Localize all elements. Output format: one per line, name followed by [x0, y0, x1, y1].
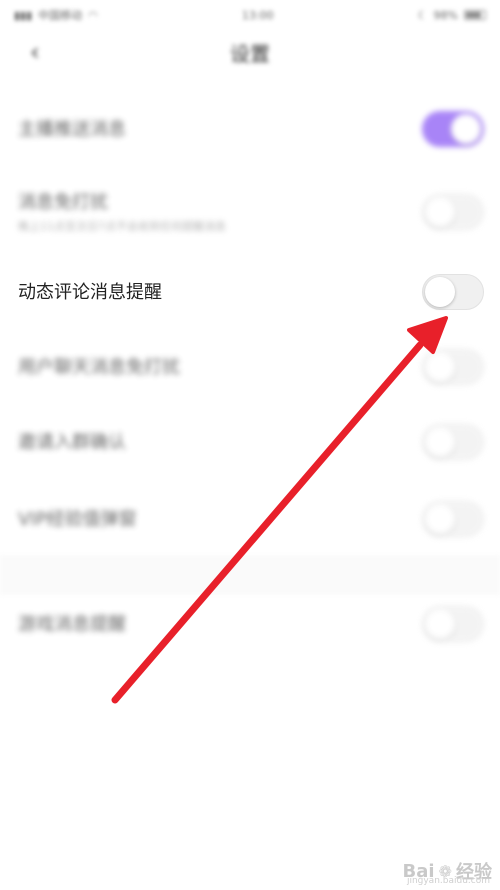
setting-label: 主播推送消息 [18, 119, 126, 140]
carrier-label: 中国移动 [38, 9, 83, 22]
section-divider [0, 555, 500, 595]
setting-row-group-invite: 邀请入群确认 [0, 420, 500, 464]
setting-label: 动态评论消息提醒 [18, 282, 162, 303]
toggle-knob [425, 609, 455, 639]
setting-label: 用户聊天消息免打扰 [18, 357, 180, 378]
setting-label: VIP经验值弹窗 [18, 509, 137, 530]
setting-row-anchor-push: 主播推送消息 [0, 105, 500, 155]
moon-icon: ☾ [417, 8, 428, 22]
group-invite-toggle[interactable] [422, 424, 484, 460]
setting-label: 消息免打扰 [18, 192, 108, 213]
battery-icon [464, 10, 486, 20]
setting-row-vip-popup: VIP经验值弹窗 [0, 497, 500, 541]
comment-reminder-toggle[interactable] [422, 274, 484, 310]
status-right: ☾ 98% [418, 9, 486, 22]
battery-label: 98% [433, 8, 458, 22]
toggle-knob [425, 277, 455, 307]
page-title: 设置 [230, 42, 270, 66]
setting-description: 晚上11点至次日7点不会收到任何提醒消息 [18, 220, 226, 233]
toggle-knob [425, 427, 455, 457]
game-reminder-toggle[interactable] [422, 606, 484, 642]
toggle-knob [425, 352, 455, 382]
toggle-knob [425, 504, 455, 534]
signal-icon: ▮▮▮ [14, 8, 33, 22]
setting-row-comment-reminder: 动态评论消息提醒 [0, 270, 500, 314]
setting-row-chat-dnd: 用户聊天消息免打扰 [0, 345, 500, 389]
setting-row-game-reminder: 游戏消息提醒 [0, 602, 500, 646]
setting-label: 游戏消息提醒 [18, 614, 126, 635]
setting-label: 邀请入群确认 [18, 432, 126, 453]
do-not-disturb-toggle[interactable] [422, 194, 484, 230]
toggle-knob [451, 114, 481, 144]
header: ‹ 设置 [0, 30, 500, 75]
anchor-push-toggle[interactable] [422, 111, 484, 147]
status-left: ▮▮▮ 中国移动 ◠ [14, 7, 98, 23]
watermark-url: jingyan.baidu.com [406, 876, 490, 886]
setting-row-do-not-disturb: 消息免打扰 晚上11点至次日7点不会收到任何提醒消息 [0, 180, 500, 240]
baidu-watermark: Bai ❁ 经验 jingyan.baidu.com [403, 858, 492, 887]
toggle-knob [425, 197, 455, 227]
vip-popup-toggle[interactable] [422, 501, 484, 537]
status-time: 13:00 [241, 8, 274, 22]
status-bar: ▮▮▮ 中国移动 ◠ 13:00 ☾ 98% [0, 0, 500, 30]
back-chevron-icon[interactable]: ‹ [30, 38, 40, 66]
wifi-icon: ◠ [88, 8, 98, 22]
chat-dnd-toggle[interactable] [422, 349, 484, 385]
